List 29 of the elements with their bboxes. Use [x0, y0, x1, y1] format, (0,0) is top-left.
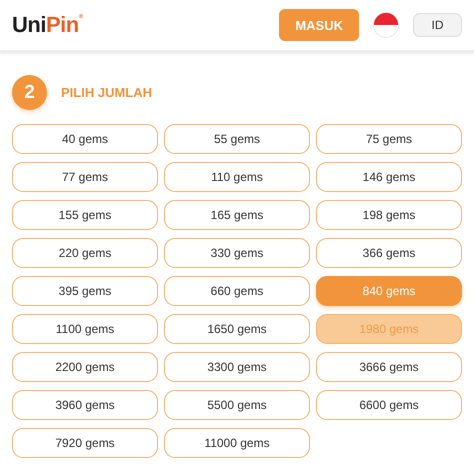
gem-option[interactable]: 1100 gems	[12, 314, 158, 344]
gem-option[interactable]: 3666 gems	[316, 352, 462, 382]
gem-option[interactable]: 366 gems	[316, 238, 462, 268]
gem-option[interactable]: 155 gems	[12, 200, 158, 230]
gem-option[interactable]: 165 gems	[164, 200, 310, 230]
gem-option[interactable]: 330 gems	[164, 238, 310, 268]
gem-option[interactable]: 110 gems	[164, 162, 310, 192]
gem-option[interactable]: 146 gems	[316, 162, 462, 192]
gem-option[interactable]: 1650 gems	[164, 314, 310, 344]
gem-option[interactable]: 11000 gems	[164, 428, 310, 458]
language-button[interactable]: ID	[413, 13, 462, 37]
gem-option[interactable]: 75 gems	[316, 124, 462, 154]
gem-option[interactable]: 6600 gems	[316, 390, 462, 420]
section-title: PILIH JUMLAH	[61, 85, 152, 100]
gem-option[interactable]: 660 gems	[164, 276, 310, 306]
gem-option[interactable]: 5500 gems	[164, 390, 310, 420]
gem-option[interactable]: 77 gems	[12, 162, 158, 192]
flag-icon[interactable]	[373, 12, 399, 38]
gem-option[interactable]: 220 gems	[12, 238, 158, 268]
gem-option[interactable]: 40 gems	[12, 124, 158, 154]
gem-option[interactable]: 198 gems	[316, 200, 462, 230]
gem-option[interactable]: 55 gems	[164, 124, 310, 154]
logo[interactable]: UniPin$^{®}$	[12, 12, 83, 38]
gem-option[interactable]: 3300 gems	[164, 352, 310, 382]
step-number: 2	[12, 75, 47, 110]
gem-option[interactable]: 7920 gems	[12, 428, 158, 458]
gem-option[interactable]: 395 gems	[12, 276, 158, 306]
gem-option[interactable]: 2200 gems	[12, 352, 158, 382]
gem-option[interactable]: 3960 gems	[12, 390, 158, 420]
